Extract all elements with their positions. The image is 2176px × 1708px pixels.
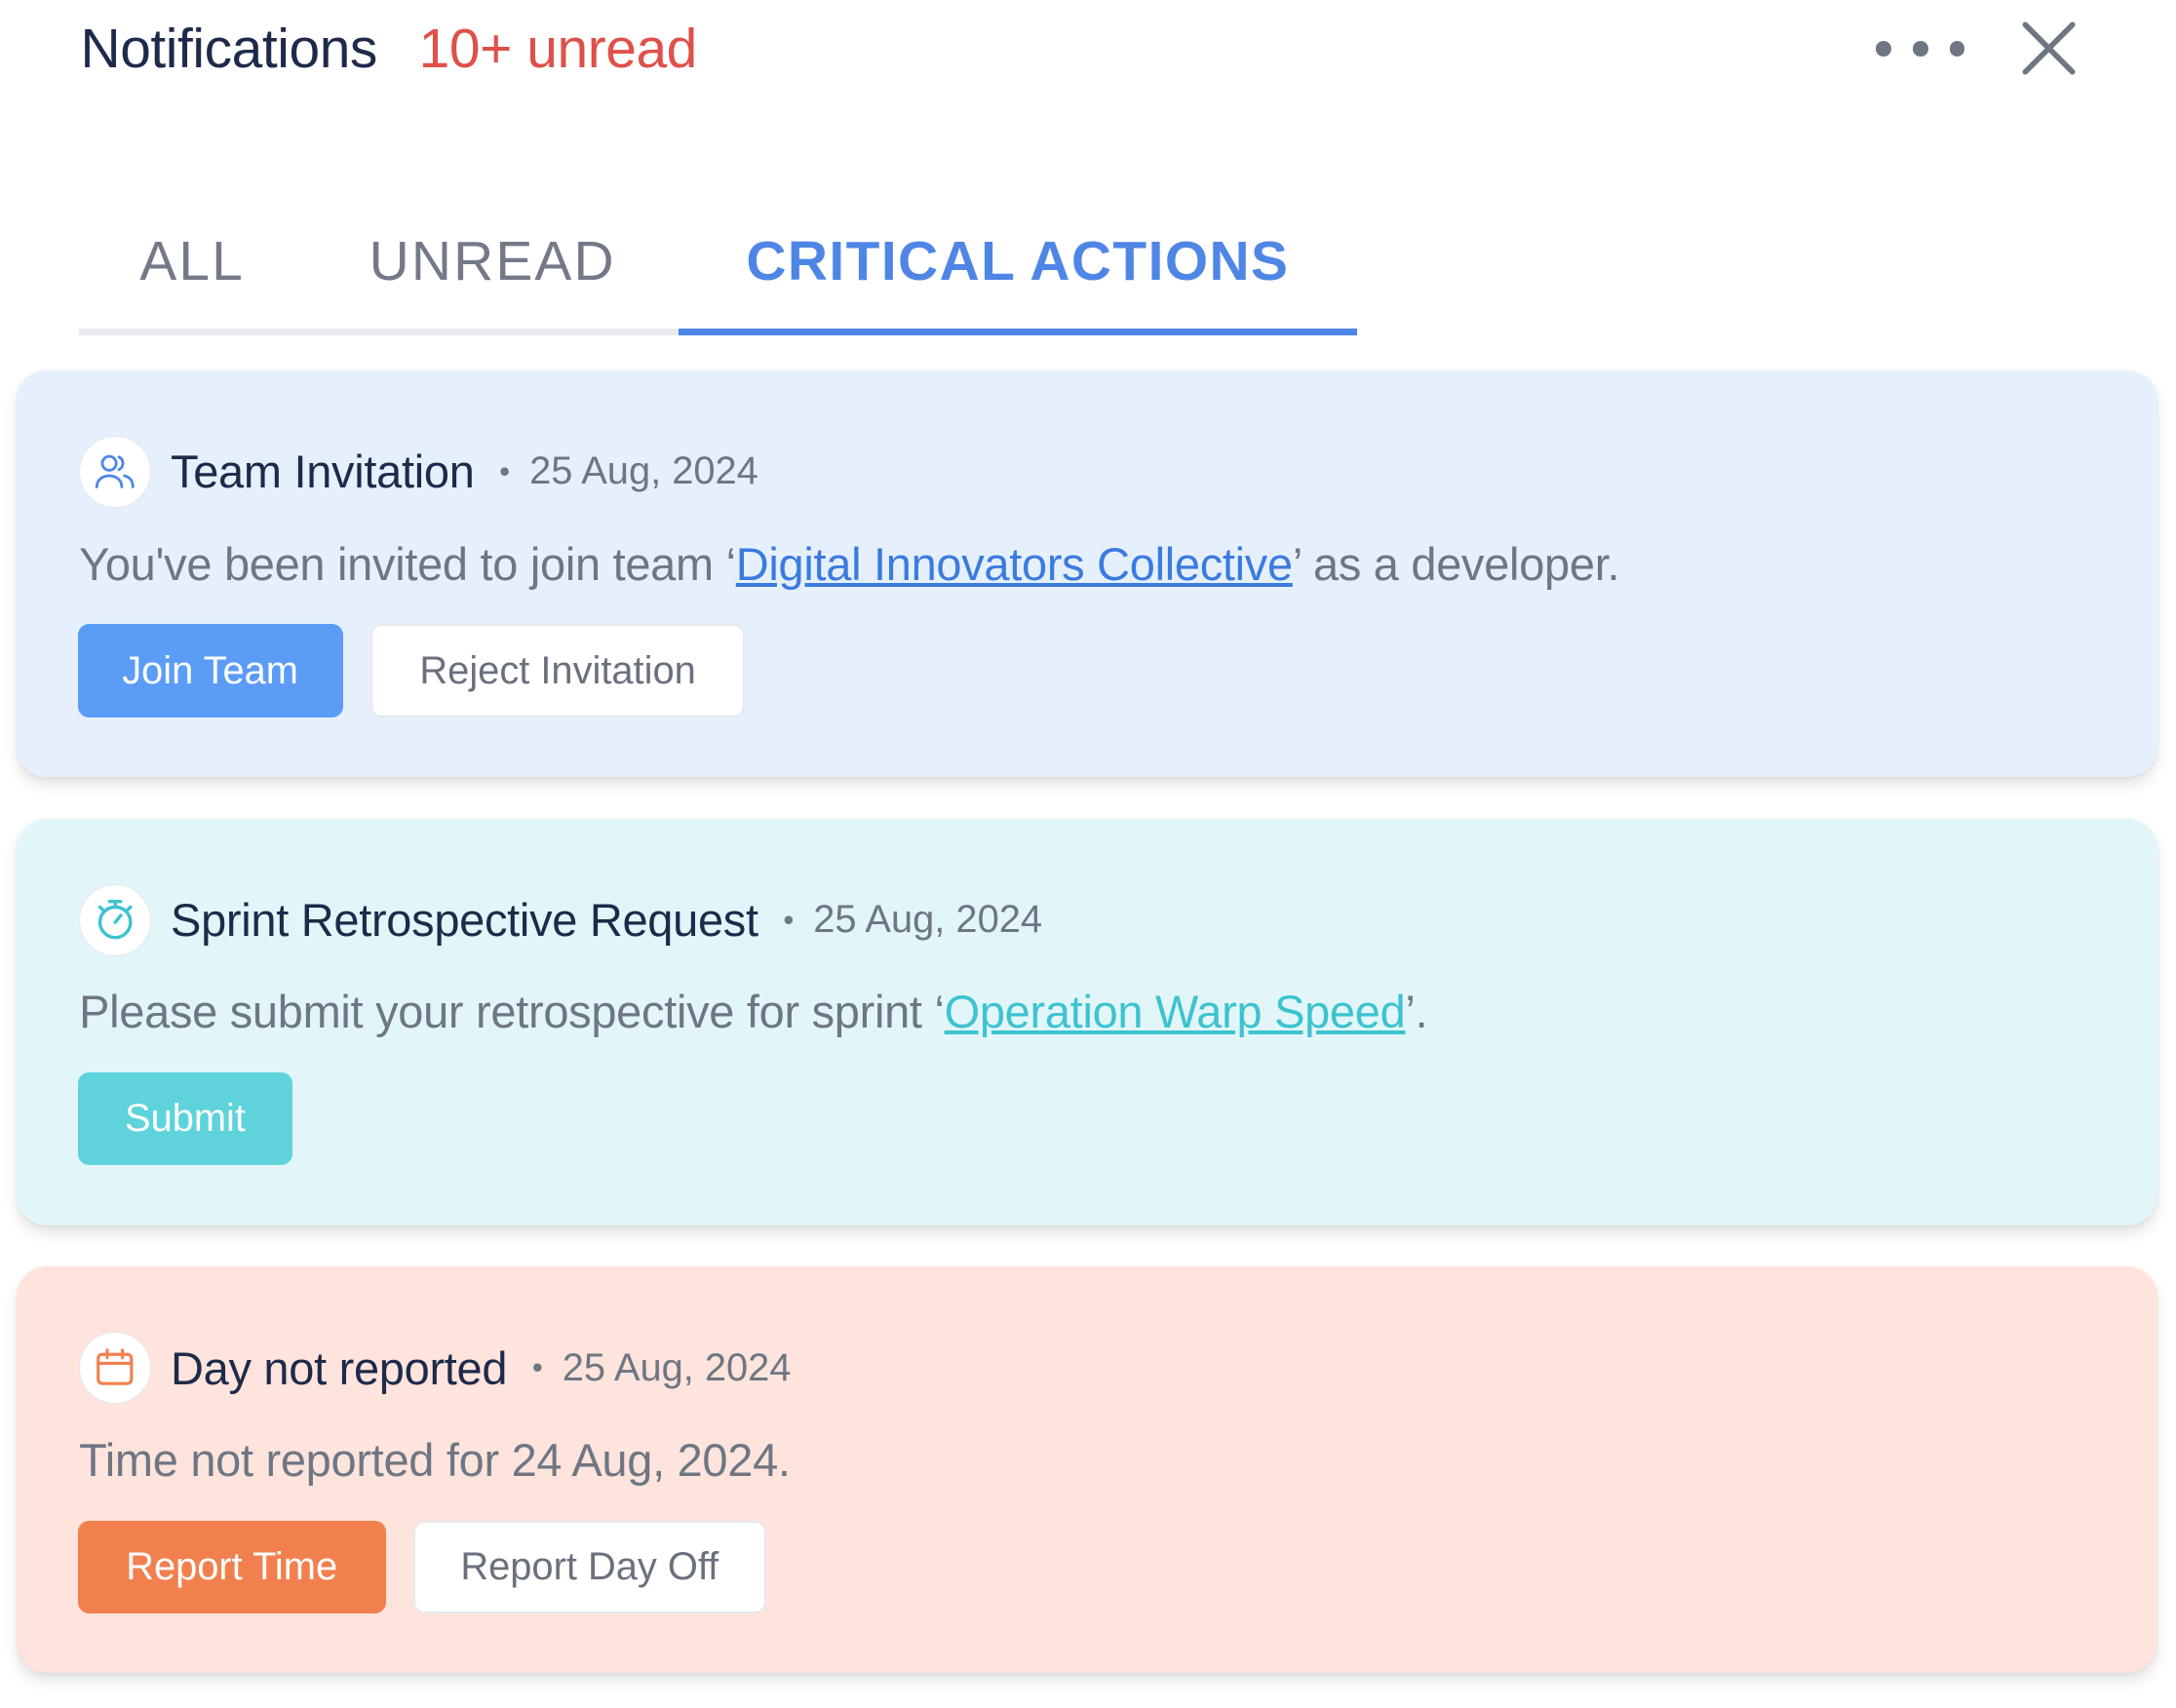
notification-tabs: ALL UNREAD CRITICAL ACTIONS (79, 194, 1357, 336)
card-actions: Join Team Reject Invitation (77, 624, 773, 718)
more-options-icon[interactable] (1876, 27, 1965, 69)
dot (1949, 40, 1965, 57)
team-link[interactable]: Digital Innovators Collective (736, 538, 1293, 590)
separator-dot: • (531, 1350, 543, 1385)
card-date: 25 Aug, 2024 (813, 898, 1043, 942)
users-icon (79, 435, 152, 508)
card-message: You've been invited to join team ‘Digita… (79, 537, 1619, 591)
panel-title: Notifications (80, 17, 378, 80)
card-header: Sprint Retrospective Request • 25 Aug, 2… (79, 881, 1042, 959)
stopwatch-icon (79, 883, 152, 956)
reject-invitation-button[interactable]: Reject Invitation (369, 624, 746, 718)
dot (1876, 40, 1891, 57)
submit-button[interactable]: Submit (77, 1072, 293, 1166)
tab-all[interactable]: ALL (79, 194, 305, 329)
separator-dot: • (783, 902, 795, 937)
separator-dot: • (499, 453, 511, 488)
card-date: 25 Aug, 2024 (562, 1345, 792, 1389)
sprint-link[interactable]: Operation Warp Speed (945, 986, 1406, 1037)
calendar-icon (79, 1332, 152, 1405)
card-actions: Report Time Report Day Off (77, 1520, 794, 1614)
card-actions: Submit (77, 1072, 321, 1166)
notifications-panel: Notifications 10+ unread ALL UNREAD CRIT… (0, 0, 2176, 1708)
card-header: Team Invitation • 25 Aug, 2024 (79, 433, 758, 511)
report-time-button[interactable]: Report Time (77, 1520, 386, 1614)
message-prefix: Please submit your retrospective for spr… (79, 986, 945, 1038)
tab-critical-actions[interactable]: CRITICAL ACTIONS (678, 194, 1357, 336)
unread-count-badge: 10+ unread (418, 17, 698, 80)
notification-card-day-not-reported: Day not reported • 25 Aug, 2024 Time not… (17, 1266, 2158, 1674)
join-team-button[interactable]: Join Team (77, 624, 343, 718)
notification-card-sprint-retrospective: Sprint Retrospective Request • 25 Aug, 2… (17, 818, 2158, 1225)
card-title: Sprint Retrospective Request (171, 894, 758, 947)
tab-unread[interactable]: UNREAD (305, 194, 680, 329)
message-suffix: ’. (1405, 986, 1428, 1038)
dot (1912, 40, 1928, 57)
close-icon[interactable] (2014, 14, 2083, 83)
notification-card-team-invitation: Team Invitation • 25 Aug, 2024 You've be… (17, 369, 2158, 777)
message-suffix: ’ as a developer. (1292, 537, 1620, 590)
card-title: Day not reported (171, 1341, 508, 1394)
card-message: Please submit your retrospective for spr… (79, 985, 1428, 1038)
card-message: Time not reported for 24 Aug, 2024. (79, 1434, 791, 1487)
message-prefix: You've been invited to join team ‘ (79, 537, 736, 590)
report-day-off-button[interactable]: Report Day Off (413, 1520, 766, 1614)
card-title: Team Invitation (171, 446, 475, 498)
card-date: 25 Aug, 2024 (529, 449, 758, 493)
panel-header: Notifications 10+ unread (80, 14, 698, 83)
card-header: Day not reported • 25 Aug, 2024 (79, 1329, 792, 1407)
